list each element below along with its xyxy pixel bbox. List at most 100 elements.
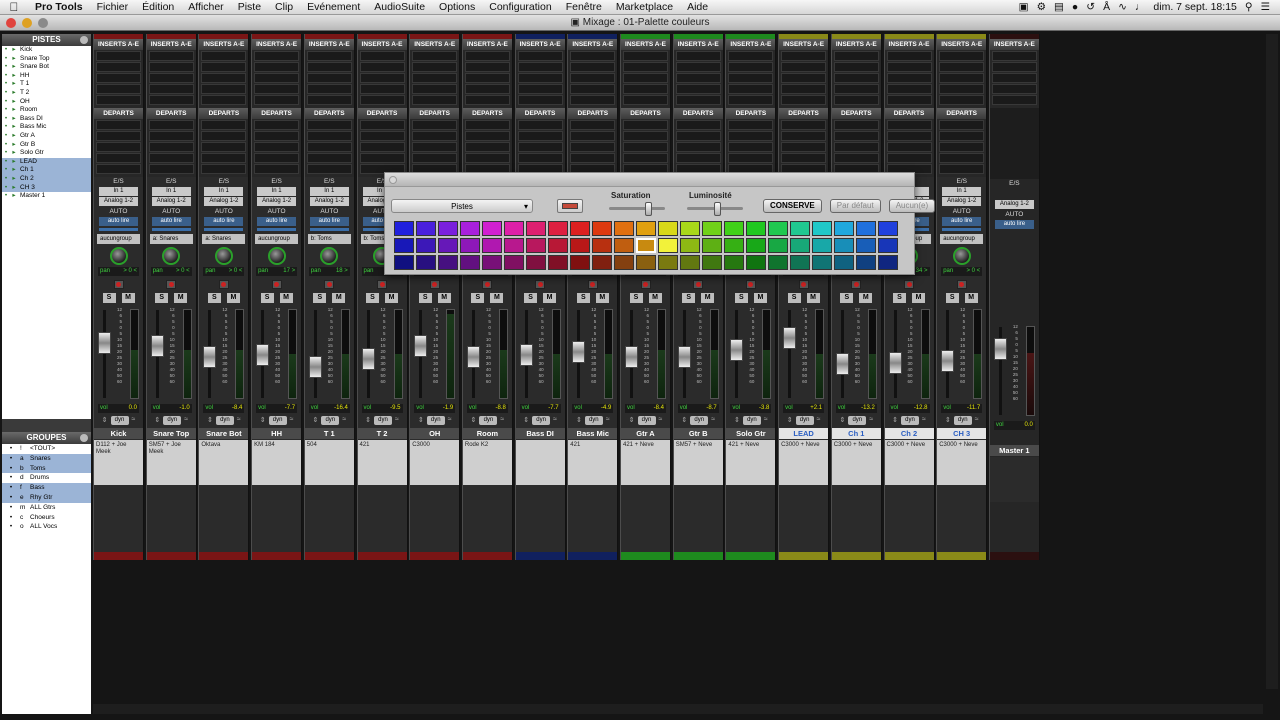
color-swatch[interactable] <box>790 238 810 253</box>
arrow-up-down-icon[interactable]: ⇕ <box>154 416 160 425</box>
menu-fenetre[interactable]: Fenêtre <box>559 1 609 13</box>
slot[interactable] <box>781 84 827 94</box>
slot[interactable] <box>148 153 194 163</box>
user-icon[interactable]: ● <box>1072 1 1078 13</box>
slot[interactable] <box>517 142 563 152</box>
record-enable-button[interactable] <box>640 280 651 289</box>
slot[interactable] <box>886 51 932 61</box>
color-swatch[interactable] <box>504 238 524 253</box>
slot[interactable] <box>148 164 194 174</box>
slot[interactable] <box>148 120 194 130</box>
slot[interactable] <box>886 62 932 72</box>
color-swatch[interactable] <box>482 255 502 270</box>
record-enable-button[interactable] <box>693 280 704 289</box>
color-swatch[interactable] <box>438 238 458 253</box>
record-enable-button[interactable] <box>798 280 809 289</box>
track-list-item[interactable]: • ▸ Bass Mic <box>2 123 91 132</box>
gear-icon[interactable]: ⚙ <box>1037 1 1046 13</box>
slot[interactable] <box>254 131 300 141</box>
track-color-footer[interactable] <box>410 552 460 560</box>
input-selector[interactable]: In 1 <box>204 187 244 196</box>
insert-slots[interactable] <box>779 50 829 108</box>
color-swatch[interactable] <box>460 238 480 253</box>
record-enable-button[interactable] <box>851 280 862 289</box>
slot[interactable] <box>728 73 774 83</box>
solo-button[interactable]: S <box>155 293 169 303</box>
zoom-window-icon[interactable] <box>38 18 48 28</box>
track-list-item[interactable]: • ▸ T 2 <box>2 89 91 98</box>
group-selector[interactable]: aucungroup <box>940 234 984 244</box>
arrow-up-down-icon[interactable]: ⇕ <box>629 416 635 425</box>
output-selector[interactable]: Analog 1-2 <box>151 197 191 206</box>
color-swatch[interactable] <box>636 255 656 270</box>
track-comment[interactable]: 504 <box>304 440 354 485</box>
solo-button[interactable]: S <box>260 293 274 303</box>
slot[interactable] <box>201 95 247 105</box>
menu-options[interactable]: Options <box>432 1 482 13</box>
output-selector[interactable]: Analog 1-2 <box>257 197 297 206</box>
send-slots[interactable] <box>304 119 354 177</box>
arrow-up-down-icon[interactable]: ⇕ <box>523 416 529 425</box>
color-swatch[interactable] <box>878 255 898 270</box>
output-selector[interactable]: Analog 1-2 <box>204 197 244 206</box>
slot[interactable] <box>833 120 879 130</box>
track-color-footer[interactable] <box>726 552 776 560</box>
send-slots[interactable] <box>462 119 512 177</box>
color-swatch[interactable] <box>614 255 634 270</box>
output-selector[interactable]: Analog 1-2 <box>942 197 982 206</box>
insert-slots[interactable] <box>568 50 618 108</box>
track-color-footer[interactable] <box>568 552 618 560</box>
track-comment[interactable]: C3000 <box>410 440 460 485</box>
show-hide-dot-icon[interactable]: • <box>2 149 10 158</box>
send-slots[interactable] <box>568 119 618 177</box>
track-comment[interactable] <box>989 457 1039 502</box>
mute-button[interactable]: M <box>859 293 873 303</box>
track-name[interactable]: Solo Gtr <box>726 428 776 439</box>
insert-slots[interactable] <box>884 50 934 108</box>
mute-button[interactable]: M <box>385 293 398 303</box>
volume-fader[interactable] <box>572 340 586 363</box>
slot[interactable] <box>412 51 458 61</box>
color-swatch[interactable] <box>812 221 832 236</box>
automation-mode-selector[interactable]: auto lire <box>151 217 191 226</box>
slot[interactable] <box>148 84 194 94</box>
dyn-button[interactable]: dyn <box>321 416 340 425</box>
track-color-footer[interactable] <box>515 552 565 560</box>
slot[interactable] <box>781 95 827 105</box>
group-list-item[interactable]: • c Choeurs <box>2 513 91 523</box>
group-dot-icon[interactable]: • <box>2 444 20 454</box>
track-comment[interactable]: SM57 + Neve <box>673 440 723 485</box>
slot[interactable] <box>464 62 510 72</box>
close-window-icon[interactable] <box>6 18 16 28</box>
palette-close-icon[interactable] <box>389 176 397 184</box>
slot[interactable] <box>675 95 721 105</box>
slot[interactable] <box>675 142 721 152</box>
window-icon[interactable]: ▤ <box>1054 1 1064 13</box>
minimize-window-icon[interactable] <box>22 18 32 28</box>
color-swatch[interactable] <box>592 238 612 253</box>
dyn-button[interactable]: dyn <box>742 416 761 425</box>
group-selector[interactable]: a: Snares <box>149 234 193 244</box>
slot[interactable] <box>991 51 1037 61</box>
solo-button[interactable]: S <box>366 293 379 303</box>
slot[interactable] <box>939 84 985 94</box>
slot[interactable] <box>254 62 300 72</box>
slot[interactable] <box>833 153 879 163</box>
slot[interactable] <box>886 142 932 152</box>
slot[interactable] <box>570 120 616 130</box>
slot[interactable] <box>517 73 563 83</box>
volume-fader[interactable] <box>677 345 691 368</box>
mute-button[interactable]: M <box>121 293 135 303</box>
slot[interactable] <box>201 142 247 152</box>
color-swatch[interactable] <box>592 255 612 270</box>
slot[interactable] <box>939 73 985 83</box>
track-name[interactable]: Gtr A <box>621 428 670 439</box>
slot[interactable] <box>412 142 458 152</box>
track-name[interactable]: Kick <box>94 428 143 439</box>
slot[interactable] <box>96 142 141 152</box>
solo-button[interactable]: S <box>682 293 696 303</box>
color-swatch[interactable] <box>790 255 810 270</box>
slot[interactable] <box>833 73 879 83</box>
mute-button[interactable]: M <box>806 293 820 303</box>
input-selector[interactable]: In 1 <box>257 187 297 196</box>
